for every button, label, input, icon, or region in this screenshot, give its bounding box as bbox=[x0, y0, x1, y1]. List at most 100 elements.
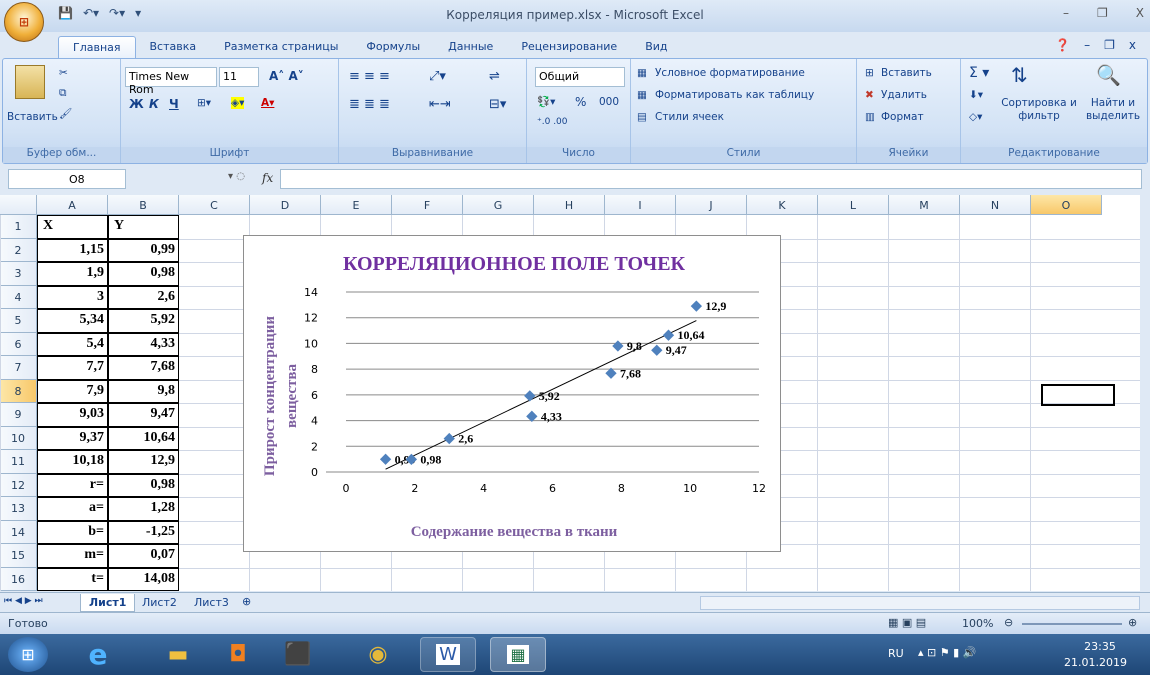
cell-B15[interactable]: 0,07 bbox=[108, 547, 179, 563]
column-header-F[interactable]: F bbox=[392, 195, 463, 215]
zoom-slider[interactable] bbox=[1022, 623, 1122, 625]
font-size-select[interactable]: 11 bbox=[219, 67, 259, 87]
close-button[interactable]: X bbox=[1136, 6, 1144, 20]
cell-A7[interactable]: 7,7 bbox=[37, 359, 108, 375]
sheet-tab-1[interactable]: Лист1 bbox=[80, 594, 136, 612]
help-icon[interactable]: ❓ bbox=[1055, 38, 1070, 52]
cell-A8[interactable]: 7,9 bbox=[37, 383, 108, 399]
cell-B8[interactable]: 9,8 bbox=[108, 383, 179, 399]
row-header-7[interactable]: 7 bbox=[0, 356, 37, 380]
row-header-2[interactable]: 2 bbox=[0, 238, 37, 262]
autosum-icon[interactable]: Σ ▾ bbox=[969, 65, 989, 81]
cell-A10[interactable]: 9,37 bbox=[37, 430, 108, 446]
cell-A15[interactable]: m= bbox=[37, 547, 108, 563]
percent-button[interactable]: % bbox=[575, 95, 586, 109]
cell-A1[interactable]: X bbox=[37, 218, 108, 234]
column-header-B[interactable]: B bbox=[108, 195, 179, 215]
cell-B3[interactable]: 0,98 bbox=[108, 265, 179, 281]
clear-icon[interactable]: ◇▾ bbox=[969, 111, 982, 123]
decimal-icon[interactable]: ⁺.0 .00 bbox=[537, 117, 568, 127]
cell-A5[interactable]: 5,34 bbox=[37, 312, 108, 328]
view-mode-icons[interactable]: ▦ ▣ ▤ bbox=[888, 616, 926, 629]
sheet-nav-icon[interactable]: ⏮ ◀ ▶ ⏭ bbox=[4, 596, 43, 606]
name-box[interactable]: O8 bbox=[8, 169, 126, 189]
name-box-dropdown-icon[interactable]: ▾ ◌ bbox=[228, 171, 245, 182]
worksheet-grid[interactable]: ABCDEFGHIJKLMNO 1 2 3 4 5 6 7 8 9 10 11 12 13 14 15 16 … bbox=[0, 195, 1140, 591]
row-header-11[interactable]: 11 bbox=[0, 450, 37, 474]
cell-B12[interactable]: 0,98 bbox=[108, 477, 179, 493]
column-header-E[interactable]: E bbox=[321, 195, 392, 215]
cell-B6[interactable]: 4,33 bbox=[108, 336, 179, 352]
row-header-16[interactable]: 16 bbox=[0, 567, 37, 591]
row-header-13[interactable]: 13 bbox=[0, 497, 37, 521]
formula-input[interactable] bbox=[280, 169, 1142, 189]
cell-A4[interactable]: 3 bbox=[37, 289, 108, 305]
active-cell-O8[interactable] bbox=[1041, 384, 1115, 406]
sheet-tab-3[interactable]: Лист3 bbox=[186, 594, 237, 612]
minimize-button[interactable]: – bbox=[1063, 6, 1069, 20]
chrome-button[interactable]: ◉ bbox=[350, 637, 406, 672]
currency-icon[interactable]: 💱▾ bbox=[537, 95, 555, 108]
delete-cells-button[interactable]: Удалить bbox=[881, 89, 927, 101]
column-header-M[interactable]: M bbox=[889, 195, 960, 215]
tab-review[interactable]: Рецензирование bbox=[507, 36, 631, 58]
app-button[interactable]: ⬛ bbox=[270, 637, 326, 672]
format-painter-icon[interactable]: 🖌 bbox=[59, 107, 72, 120]
cell-A2[interactable]: 1,15 bbox=[37, 242, 108, 258]
format-as-table-button[interactable]: Форматировать как таблицу bbox=[655, 89, 814, 101]
column-header-K[interactable]: K bbox=[747, 195, 818, 215]
tray-icons[interactable]: ▴ ⊡ ⚑ ▮ 🔊 bbox=[918, 646, 976, 659]
cell-styles-button[interactable]: Стили ячеек bbox=[655, 111, 724, 123]
language-indicator[interactable]: RU bbox=[888, 647, 904, 660]
cell-A16[interactable]: t= bbox=[37, 571, 108, 587]
row-header-6[interactable]: 6 bbox=[0, 332, 37, 356]
restore-button[interactable]: ❐ bbox=[1097, 6, 1108, 20]
align-left-icon[interactable]: ≣ ≣ ≣ bbox=[349, 97, 390, 112]
tab-home[interactable]: Главная bbox=[58, 36, 136, 58]
ribbon-minimize-button[interactable]: – bbox=[1084, 38, 1090, 52]
cell-B11[interactable]: 12,9 bbox=[108, 453, 179, 469]
tab-view[interactable]: Вид bbox=[631, 36, 681, 58]
insert-sheet-icon[interactable]: ⊕ bbox=[242, 595, 251, 608]
tab-page-layout[interactable]: Разметка страницы bbox=[210, 36, 352, 58]
paste-button[interactable]: Вставить bbox=[7, 111, 58, 123]
bold-button[interactable]: Ж bbox=[129, 97, 144, 111]
indent-icon[interactable]: ⇤⇥ bbox=[429, 97, 451, 112]
tab-insert[interactable]: Вставка bbox=[136, 36, 211, 58]
zoom-out-icon[interactable]: ⊖ bbox=[1004, 616, 1013, 629]
clock-time[interactable]: 23:35 bbox=[1070, 640, 1130, 653]
tab-formulas[interactable]: Формулы bbox=[352, 36, 434, 58]
font-color-icon[interactable]: A▾ bbox=[261, 97, 274, 109]
sheet-tab-2[interactable]: Лист2 bbox=[134, 594, 185, 612]
cell-A13[interactable]: a= bbox=[37, 500, 108, 516]
thousands-button[interactable]: 000 bbox=[599, 96, 619, 108]
cell-B13[interactable]: 1,28 bbox=[108, 500, 179, 516]
copy-icon[interactable]: ⧉ bbox=[59, 87, 67, 100]
cell-A14[interactable]: b= bbox=[37, 524, 108, 540]
column-header-N[interactable]: N bbox=[960, 195, 1031, 215]
cell-B14[interactable]: -1,25 bbox=[108, 524, 179, 540]
row-header-8[interactable]: 8 bbox=[0, 379, 37, 403]
select-all-corner[interactable] bbox=[0, 195, 37, 215]
number-format-select[interactable]: Общий bbox=[535, 67, 625, 87]
cell-B9[interactable]: 9,47 bbox=[108, 406, 179, 422]
column-header-H[interactable]: H bbox=[534, 195, 605, 215]
column-header-G[interactable]: G bbox=[463, 195, 534, 215]
cell-A12[interactable]: r= bbox=[37, 477, 108, 493]
fill-icon[interactable]: ⬇▾ bbox=[969, 89, 983, 101]
cell-A9[interactable]: 9,03 bbox=[37, 406, 108, 422]
zoom-in-icon[interactable]: ⊕ bbox=[1128, 616, 1137, 629]
start-button[interactable]: ⊞ bbox=[8, 637, 48, 672]
cell-B10[interactable]: 10,64 bbox=[108, 430, 179, 446]
cell-A11[interactable]: 10,18 bbox=[37, 453, 108, 469]
row-header-15[interactable]: 15 bbox=[0, 544, 37, 568]
cell-A6[interactable]: 5,4 bbox=[37, 336, 108, 352]
insert-function-button[interactable]: fx bbox=[262, 171, 273, 185]
conditional-format-button[interactable]: Условное форматирование bbox=[655, 67, 805, 79]
borders-icon[interactable]: ⊞▾ bbox=[197, 97, 211, 109]
insert-cells-button[interactable]: Вставить bbox=[881, 67, 932, 79]
scatter-chart[interactable]: КОРРЕЛЯЦИОННОЕ ПОЛЕ ТОЧЕК Содержание вещ… bbox=[243, 235, 781, 552]
orientation-icon[interactable]: ⤢▾ bbox=[429, 69, 446, 84]
cut-icon[interactable]: ✂ bbox=[59, 67, 68, 79]
row-header-4[interactable]: 4 bbox=[0, 285, 37, 309]
